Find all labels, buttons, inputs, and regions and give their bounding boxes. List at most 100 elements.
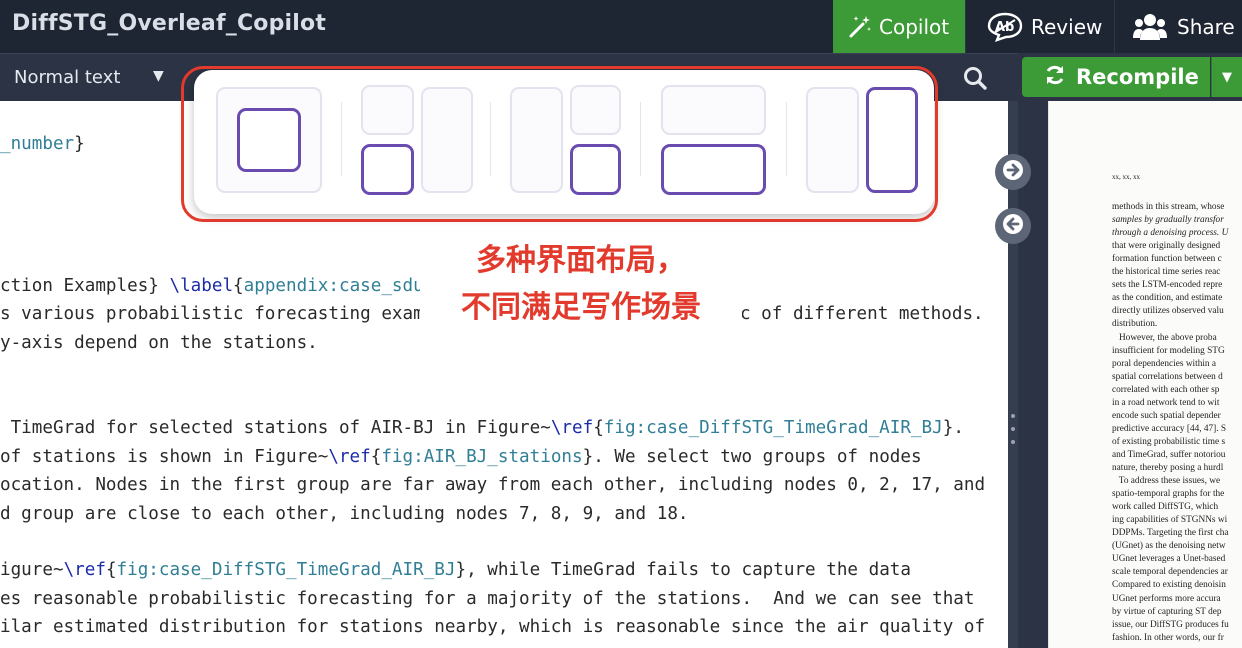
code-text: y-axis depend on the stations. (0, 333, 318, 353)
code-line[interactable]: s various probabilistic forecasting exam (0, 304, 424, 324)
code-text: }. (942, 418, 964, 438)
recompile-options-button[interactable]: ▼ (1211, 57, 1242, 97)
code-line[interactable]: y-axis depend on the stations. (0, 333, 318, 353)
arrow-right-icon (1002, 159, 1024, 185)
pdf-text-line: that were originally designed (1112, 241, 1221, 252)
annotation-line-2: 不同满足写作场景 (461, 290, 701, 325)
code-line[interactable]: TimeGrad for selected stations of AIR-BJ… (0, 418, 964, 438)
code-text: ilar estimated distribution for stations… (0, 617, 986, 637)
code-text: ocation. Nodes in the first group are fa… (0, 475, 986, 495)
latex-argument: fig:AIR_BJ_stations (381, 447, 583, 467)
code-line[interactable]: ction Examples} \label{appendix:case_sdu (0, 276, 424, 296)
pdf-text-line: fashion. In other words, our fr (1112, 632, 1224, 643)
layout-highlight-frame (181, 66, 938, 222)
project-title[interactable]: DiffSTG_Overleaf_Copilot (12, 11, 326, 36)
expand-pdf-button[interactable] (995, 208, 1031, 244)
latex-argument: fig:case_DiffSTG_TimeGrad_AIR_BJ (116, 560, 456, 580)
header-divider (1114, 0, 1115, 53)
code-text: s various probabilistic forecasting exam (0, 304, 424, 324)
pdf-text-line: in a road network tend to wit (1112, 397, 1220, 408)
code-text: { (233, 276, 244, 296)
code-text: }. We select two groups of nodes (582, 447, 922, 467)
pdf-text-line: work called DiffSTG, which (1112, 502, 1219, 513)
recompile-button[interactable]: Recompile (1022, 57, 1210, 97)
pdf-page: xx, xx, xx methods in this stream, whose… (1049, 101, 1242, 648)
code-text: TimeGrad for selected stations of AIR-BJ… (0, 418, 551, 438)
copilot-label: Copilot (879, 14, 950, 39)
latex-command: \ref (63, 560, 106, 580)
code-text: of stations is shown in Figure~ (0, 447, 329, 467)
caret-down-icon[interactable]: ▼ (153, 68, 164, 84)
pdf-text-line: DDPMs. Targeting the first cha (1112, 528, 1229, 539)
code-text: ction Examples} (0, 276, 170, 296)
share-button[interactable]: Share (1133, 0, 1242, 53)
latex-argument: fig:case_DiffSTG_TimeGrad_AIR_BJ (603, 418, 943, 438)
pdf-text-line: nature, thereby posing a hurdl (1112, 463, 1224, 473)
drag-handle-icon[interactable] (1010, 414, 1016, 444)
pdf-text-line: However, the above proba (1112, 332, 1217, 343)
pdf-text-line: formation function between c (1112, 254, 1222, 265)
pdf-page-header: xx, xx, xx (1112, 173, 1140, 181)
pdf-text-line: scale temporal dependencies ar (1112, 567, 1228, 578)
recompile-label: Recompile (1076, 65, 1199, 89)
share-label: Share (1177, 14, 1235, 39)
code-line[interactable]: _number} (0, 134, 85, 154)
latex-argument: appendix:case_sdu (243, 276, 424, 296)
pdf-text-line: spatio-temporal graphs for the (1112, 489, 1225, 500)
pdf-text-line: sets the LSTM-encoded repre (1112, 280, 1223, 291)
code-line[interactable]: igure~\ref{fig:case_DiffSTG_TimeGrad_AIR… (0, 560, 911, 580)
pdf-text-line: encode such spatial depender (1112, 410, 1221, 421)
text-style-select[interactable]: Normal text (14, 67, 120, 88)
pdf-text-line: and TimeGrad, suffer notoriou (1112, 449, 1226, 460)
code-text: } (74, 134, 85, 154)
pdf-text-line: insufficient for modeling STG (1112, 345, 1225, 356)
pdf-preview[interactable]: xx, xx, xx methods in this stream, whose… (1048, 101, 1242, 648)
pdf-text-line: issue, our DiffSTG produces fu (1112, 619, 1229, 630)
latex-command: \ref (550, 418, 594, 438)
pdf-text-line: samples by gradually transfor (1112, 215, 1224, 226)
code-line[interactable]: es reasonable probabilistic forecasting … (0, 589, 975, 609)
pdf-text-line: (UGnet) as the denoising netw (1112, 541, 1226, 552)
code-line[interactable]: of stations is shown in Figure~\ref{fig:… (0, 447, 922, 467)
refresh-icon (1044, 64, 1066, 91)
pdf-text-line: ing capabilities of STGNNs wi (1112, 515, 1228, 526)
pdf-text-line: of existing probabilistic time s (1112, 436, 1226, 447)
pdf-text-line: through a denoising process. U (1112, 228, 1229, 239)
header-divider (965, 0, 966, 53)
code-text: { (370, 447, 382, 467)
code-line[interactable]: ocation. Nodes in the first group are fa… (0, 475, 985, 495)
magic-wand-icon (847, 14, 873, 40)
pdf-text-line: as the condition, and estimate (1112, 293, 1223, 304)
pdf-text-line: by virtue of capturing ST dep (1112, 606, 1222, 617)
search-icon[interactable] (962, 65, 988, 95)
code-text: c of different methods. (740, 304, 984, 324)
pdf-text-line: correlated with each other sp (1112, 384, 1220, 395)
code-text: }, while TimeGrad fails to capture the d… (455, 560, 911, 580)
pdf-text-line: UGnet performs more accura (1112, 593, 1221, 604)
pdf-text-line: To address these issues, we (1112, 476, 1221, 487)
review-label: Review (1031, 14, 1103, 39)
pdf-text-line: methods in this stream, whose (1112, 202, 1225, 212)
latex-command: \ref (328, 447, 371, 467)
latex-argument: _number (0, 134, 75, 154)
latex-command: \label (169, 276, 234, 296)
copilot-button[interactable]: Copilot (833, 0, 965, 53)
users-icon (1133, 13, 1167, 41)
review-button[interactable]: Ab Review (983, 0, 1113, 53)
pdf-text-line: UGnet leverages a Unet-based (1112, 554, 1226, 565)
code-text: d group are close to each other, includi… (0, 504, 689, 524)
pdf-text-line: spatial correlations between d (1112, 371, 1223, 382)
pdf-text-line: distribution. (1112, 319, 1158, 330)
code-line[interactable]: d group are close to each other, includi… (0, 504, 689, 524)
pdf-text-line: directly utilizes observed valu (1112, 306, 1224, 317)
code-text: { (593, 418, 604, 438)
expand-editor-button[interactable] (995, 154, 1031, 190)
pdf-text-line: poral dependencies within a (1112, 358, 1217, 369)
code-text: { (105, 560, 117, 580)
pdf-text-line: the historical time series reac (1112, 267, 1221, 278)
pdf-text-line: Compared to existing denoisin (1112, 580, 1226, 591)
review-icon: Ab (985, 12, 1025, 42)
code-text: igure~ (0, 560, 64, 580)
code-line[interactable]: ilar estimated distribution for stations… (0, 617, 985, 637)
code-line[interactable]: c of different methods. (740, 304, 984, 324)
